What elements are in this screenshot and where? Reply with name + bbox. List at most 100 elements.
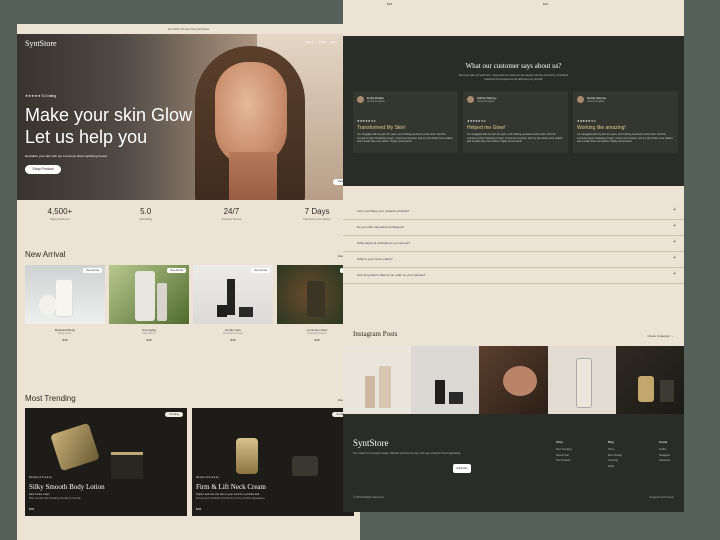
trending-rating: Reviews (4.9 ★★★) bbox=[196, 476, 219, 479]
faq-item[interactable]: What payment methods do you accept? + bbox=[343, 235, 684, 252]
product-image: New Arrival bbox=[25, 265, 105, 324]
footer: SyntStore Our mission is to provide simp… bbox=[343, 414, 684, 512]
instagram-title: Instagram Posts bbox=[353, 330, 398, 338]
footer-link[interactable]: Best Posting bbox=[608, 454, 622, 457]
instagram-post[interactable] bbox=[547, 346, 616, 414]
reviewer-location: United Kingdom bbox=[477, 100, 495, 103]
reviewer-location: United Kingdom bbox=[587, 100, 605, 103]
trending-rating: Reviews (4.9 ★★★) bbox=[29, 476, 52, 479]
footer-link[interactable]: Twitter bbox=[659, 448, 670, 451]
faq-item[interactable]: Can I purchase your medical products? + bbox=[343, 203, 684, 220]
nav-link-shop[interactable]: Shop bbox=[319, 40, 326, 44]
review-heading: Transformed My Skin! bbox=[357, 125, 406, 131]
faq-item[interactable]: Do you offer international shipping? + bbox=[343, 219, 684, 236]
review-heading: Helped me Glow! bbox=[467, 125, 506, 131]
faq-question: How long does it take for an order on yo… bbox=[357, 273, 426, 277]
product-subtitle: Nourishing Cream bbox=[222, 332, 244, 335]
review-body: I've struggled with dry skin for years, … bbox=[577, 133, 673, 143]
hero-image-neck bbox=[229, 152, 277, 200]
plus-icon: + bbox=[673, 271, 676, 277]
instagram-post[interactable] bbox=[479, 346, 548, 414]
trending-desc: Dark circles cream bbox=[29, 493, 50, 496]
footer-link[interactable]: Trending bbox=[608, 459, 622, 462]
hero-image-face bbox=[215, 62, 287, 166]
nav-link-home[interactable]: Home bbox=[306, 40, 314, 44]
faq-question: Do you offer international shipping? bbox=[357, 225, 405, 229]
product-card[interactable]: New Arrival Gentle Care Nourishing Cream… bbox=[193, 265, 273, 342]
testimonial-card: Nicole Sizemo United Kingdom ★★★★★ 5.0 W… bbox=[573, 91, 678, 153]
testimonial-card: Emily Parker United Kingdom ★★★★★ 5.0 Tr… bbox=[353, 91, 458, 153]
stat-label: Star Rating bbox=[139, 218, 152, 221]
trending-desc: Tighten and tone the skin on your neck f… bbox=[196, 493, 260, 496]
product-price-row: $48 $48 bbox=[343, 0, 684, 36]
instagram-post[interactable] bbox=[343, 346, 412, 414]
landing-page-left: Get 20% off your first purchase SyntStor… bbox=[17, 24, 360, 540]
product-jar-image bbox=[292, 456, 318, 476]
new-arrival-title: New Arrival bbox=[25, 250, 66, 259]
faq-item[interactable]: What is your return policy? + bbox=[343, 251, 684, 268]
trending-tag: Trending bbox=[165, 412, 183, 417]
plus-icon: + bbox=[673, 239, 676, 245]
nav-link-blog[interactable]: Blog bbox=[331, 40, 337, 44]
stat-value: 5.0 bbox=[140, 207, 152, 216]
testimonials-subtitle: Don't just take our word for it - hear w… bbox=[458, 74, 569, 77]
stat-label: Customer Service bbox=[221, 218, 242, 221]
stat-rating: 5.0 Star Rating bbox=[103, 200, 189, 240]
faq-item[interactable]: How long does it take for an order on yo… bbox=[343, 267, 684, 284]
plus-icon: + bbox=[673, 207, 676, 213]
hero-title-line1: Make your skin Glow bbox=[25, 105, 193, 125]
hero-subtitle: Revitalize your skin with our Luminous G… bbox=[25, 154, 108, 158]
testimonial-card: Ashton McCoy United Kingdom ★★★★★ 5.0 He… bbox=[463, 91, 568, 153]
product-price: $48 bbox=[230, 338, 236, 342]
product-image: New Arrival bbox=[109, 265, 189, 324]
trending-card[interactable]: Trending Reviews (4.9 ★★★) Silky Smooth … bbox=[25, 408, 187, 516]
instagram-post[interactable] bbox=[411, 346, 480, 414]
footer-link[interactable]: Home bbox=[608, 448, 622, 451]
landing-page-right: $48 $48 What our customer says about us?… bbox=[343, 0, 684, 512]
stat-value: 4,500+ bbox=[47, 207, 73, 216]
footer-link[interactable]: FAQs bbox=[608, 465, 622, 468]
footer-col-social: Social Twitter Instagram Facebook bbox=[659, 440, 670, 465]
stat-service: 24/7 Customer Service bbox=[189, 200, 275, 240]
product-tag: New Arrival bbox=[251, 268, 270, 273]
avatar bbox=[357, 96, 364, 103]
most-trending-title: Most Trending bbox=[25, 394, 76, 403]
hero-title-line2: Let us help you bbox=[25, 127, 148, 147]
trending-product-name: Firm & Lift Neck Cream bbox=[196, 483, 266, 491]
trending-card[interactable]: Trending Reviews (4.9 ★★★) Firm & Lift N… bbox=[192, 408, 354, 516]
shop-product-button[interactable]: Shop Product bbox=[25, 165, 61, 174]
product-jar-image bbox=[50, 422, 100, 472]
footer-logo[interactable]: SyntStore bbox=[353, 438, 389, 448]
footer-link[interactable]: New Trending bbox=[556, 448, 571, 451]
check-instagram-link[interactable]: Check Instagram → bbox=[647, 334, 674, 338]
product-card[interactable]: New Arrival Botanical Body Body Lotion $… bbox=[25, 265, 105, 342]
brand-logo[interactable]: SyntStore bbox=[25, 39, 57, 48]
footer-link[interactable]: Hot Products bbox=[556, 459, 571, 462]
avatar bbox=[577, 96, 584, 103]
plus-icon: + bbox=[673, 255, 676, 261]
faq-question: What payment methods do you accept? bbox=[357, 241, 410, 245]
trending-price: $78 bbox=[29, 507, 35, 511]
product-price: $48 bbox=[146, 338, 152, 342]
stats-bar: 4,500+ Happy Customers 5.0 Star Rating 2… bbox=[17, 200, 360, 240]
subscribe-button[interactable]: Subscribe bbox=[453, 464, 471, 473]
footer-col-heading: Blog bbox=[608, 440, 615, 444]
review-stars: ★★★★★ 5.0 bbox=[577, 119, 596, 123]
footer-link[interactable]: Facebook bbox=[659, 459, 670, 462]
stat-customers: 4,500+ Happy Customers bbox=[17, 200, 103, 240]
faq-question: Can I purchase your medical products? bbox=[357, 209, 410, 213]
review-heading: Working like amazing! bbox=[577, 125, 626, 131]
footer-col-heading: Social bbox=[659, 440, 668, 444]
trending-price: $78 bbox=[196, 507, 202, 511]
trending-desc-secondary: Firming and hydrating formula for a more… bbox=[196, 497, 265, 500]
footer-link[interactable]: New Arrival bbox=[556, 454, 571, 457]
hero-title: Make your skin Glow Let us help you bbox=[25, 104, 225, 148]
trending-desc-secondary: Silky smooth and hydrating formula for t… bbox=[29, 497, 81, 500]
reviewer-location: United Kingdom bbox=[367, 100, 385, 103]
footer-link[interactable]: Instagram bbox=[659, 454, 670, 457]
hero-rating: ★★★★★ 5.0 rating bbox=[25, 94, 57, 98]
product-card[interactable]: New Arrival Anti-Aging Face Serum $48 bbox=[109, 265, 189, 342]
instagram-post[interactable] bbox=[615, 346, 684, 414]
footer-col-heading: Shop bbox=[556, 440, 564, 444]
footer-col-blog: Blog Home Best Posting Trending FAQs bbox=[608, 440, 622, 470]
